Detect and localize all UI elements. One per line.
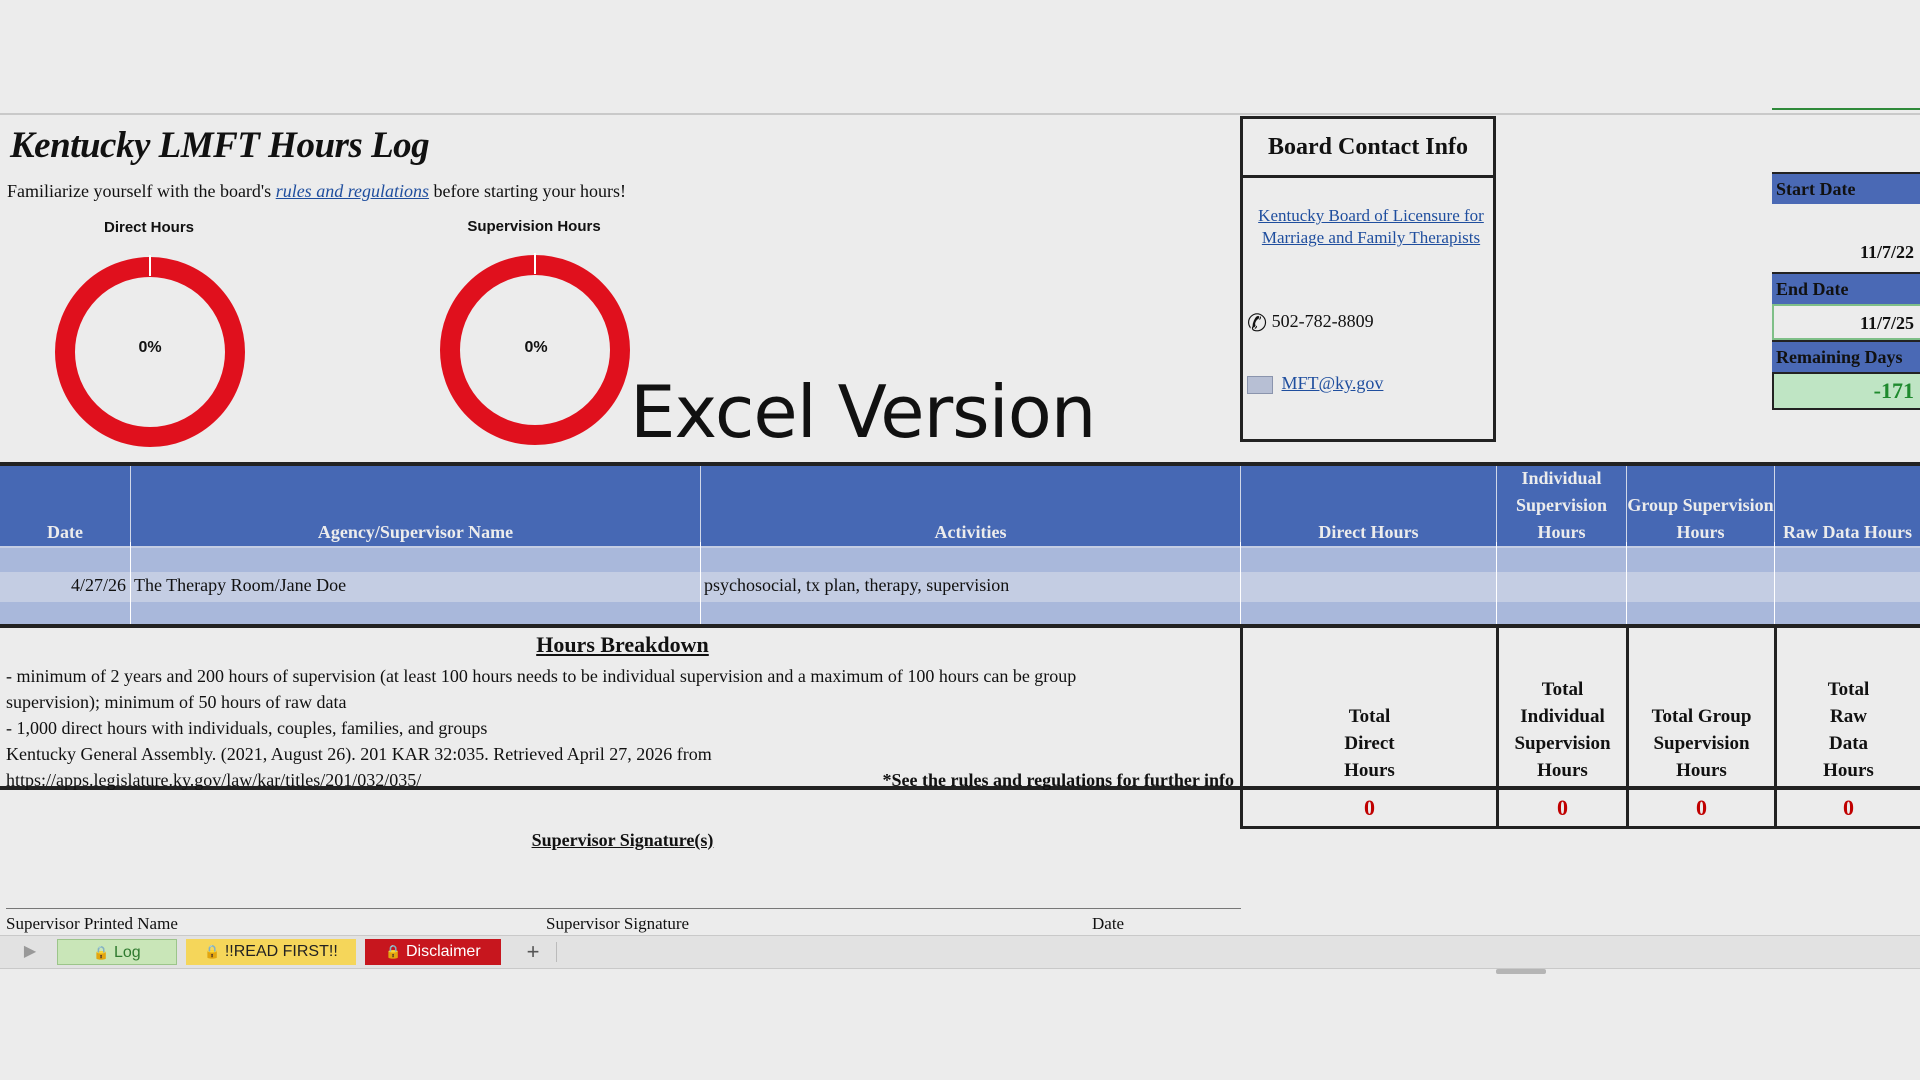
printed-name-label: Supervisor Printed Name [6, 914, 178, 933]
tab-separator [556, 942, 557, 962]
breakdown-line-1: - minimum of 2 years and 200 hours of su… [6, 666, 1077, 686]
subtitle: Familiarize yourself with the board's ru… [7, 181, 626, 202]
email-icon [1247, 375, 1273, 394]
breakdown-note: *See the rules and regulations for furth… [882, 770, 1235, 790]
remaining-days-value: -171 [1772, 372, 1920, 410]
supervision-hours-title: Supervision Hours [467, 218, 601, 235]
grid-line [700, 542, 701, 624]
board-phone: ✆ 502-782-8809 [1247, 309, 1374, 337]
tab-disclaimer[interactable]: 🔒 Disclaimer [365, 939, 501, 965]
sheet-tab-bar: ▶ 🔒 Log 🔒 !!READ FIRST!! 🔒 Disclaimer + [0, 935, 1920, 969]
col-header-activities[interactable]: Activities [700, 466, 1240, 546]
grid-line [1240, 542, 1241, 624]
start-date-value[interactable]: 11/7/22 [1772, 204, 1920, 272]
email-link[interactable]: MFT@ky.gov [1282, 373, 1384, 393]
dates-panel: Start Date 11/7/22 End Date 11/7/25 Rema… [1772, 172, 1920, 410]
total-group-supervision-value: 0 [1626, 790, 1774, 826]
sheet-top-border [0, 113, 1920, 115]
total-group-supervision-label: Total Group Supervision Hours [1626, 628, 1774, 786]
hours-breakdown-section: Hours Breakdown - minimum of 2 years and… [0, 624, 1920, 790]
remaining-days-label: Remaining Days [1772, 340, 1920, 372]
date-label: Date [1092, 914, 1125, 933]
tab-log[interactable]: 🔒 Log [57, 939, 177, 965]
col-header-date[interactable]: Date [0, 466, 130, 546]
tab-read-first[interactable]: 🔒 !!READ FIRST!! [186, 939, 356, 965]
lock-icon: 🔒 [204, 945, 221, 960]
direct-hours-percent: 0% [138, 339, 162, 356]
page-title: Kentucky LMFT Hours Log [10, 125, 430, 166]
table-row[interactable] [0, 548, 1920, 572]
hours-breakdown-title: Hours Breakdown [536, 632, 709, 657]
row-date[interactable]: 4/27/26 [0, 575, 126, 596]
direct-hours-title: Direct Hours [103, 219, 195, 236]
phone-number: 502-782-8809 [1271, 311, 1374, 332]
table-row[interactable] [0, 602, 1920, 624]
selected-cell-edge [1772, 108, 1920, 116]
breakdown-citation: Kentucky General Assembly. (2021, August… [6, 744, 712, 764]
board-contact-title: Board Contact Info [1243, 119, 1493, 178]
signature-label: Supervisor Signature [546, 914, 690, 933]
total-direct-hours-value: 0 [1240, 790, 1496, 826]
signature-line [6, 908, 1241, 909]
total-direct-hours-label: Total Direct Hours [1240, 628, 1496, 786]
col-header-agency[interactable]: Agency/Supervisor Name [130, 466, 700, 546]
subtitle-pre: Familiarize yourself with the board's [7, 181, 276, 201]
table-row[interactable]: 4/27/26 The Therapy Room/Jane Doe psycho… [0, 572, 1920, 602]
breakdown-line-3: - 1,000 direct hours with individuals, c… [6, 718, 488, 738]
lock-icon: 🔒 [385, 945, 402, 960]
grid-line [1496, 542, 1497, 624]
excel-version-overlay: Excel Version [630, 370, 1096, 454]
totals-row: 0 0 0 0 [1240, 790, 1920, 829]
add-sheet-button[interactable]: + [518, 939, 548, 965]
col-header-raw-data[interactable]: Raw Data Hours [1774, 466, 1920, 546]
tab-read-first-label: !!READ FIRST!! [224, 943, 338, 960]
row-agency[interactable]: The Therapy Room/Jane Doe [134, 575, 346, 596]
subtitle-post: before starting your hours! [429, 181, 626, 201]
grid-line [1774, 542, 1775, 624]
col-header-group-supervision[interactable]: Group Supervision Hours [1626, 466, 1774, 546]
horizontal-scrollbar[interactable] [1496, 969, 1546, 974]
total-individual-supervision-value: 0 [1496, 790, 1626, 826]
board-contact-box: Board Contact Info Kentucky Board of Lic… [1240, 116, 1496, 442]
total-raw-data-label: Total Raw Data Hours [1774, 628, 1920, 786]
tab-log-label: Log [113, 944, 141, 961]
scroll-tabs-arrow-icon[interactable]: ▶ [20, 939, 40, 965]
start-date-label: Start Date [1772, 172, 1920, 204]
grid-line [130, 542, 131, 624]
col-header-direct-hours[interactable]: Direct Hours [1240, 466, 1496, 546]
supervision-hours-percent: 0% [524, 339, 548, 356]
board-website-link[interactable]: Kentucky Board of Licensure for Marriage… [1253, 205, 1489, 249]
rules-link[interactable]: rules and regulations [276, 181, 429, 201]
grid-line [1626, 542, 1627, 624]
row-activities[interactable]: psychosocial, tx plan, therapy, supervis… [704, 575, 1009, 596]
log-table-header: Date Agency/Supervisor Name Activities D… [0, 462, 1920, 546]
phone-icon: ✆ [1247, 309, 1268, 337]
col-header-individual-supervision[interactable]: Individual Supervision Hours [1496, 466, 1626, 546]
end-date-label: End Date [1772, 272, 1920, 304]
board-email: MFT@ky.gov [1247, 373, 1383, 394]
breakdown-line-2: supervision); minimum of 50 hours of raw… [6, 692, 347, 712]
total-individual-supervision-label: Total Individual Supervision Hours [1496, 628, 1626, 786]
breakdown-url: https://apps.legislature.ky.gov/law/kar/… [6, 770, 422, 790]
supervisor-signature-title: Supervisor Signature(s) [531, 830, 714, 850]
lock-icon: 🔒 [93, 946, 110, 961]
end-date-value[interactable]: 11/7/25 [1772, 304, 1920, 340]
tab-disclaimer-label: Disclaimer [405, 943, 481, 960]
total-raw-data-value: 0 [1774, 790, 1920, 826]
